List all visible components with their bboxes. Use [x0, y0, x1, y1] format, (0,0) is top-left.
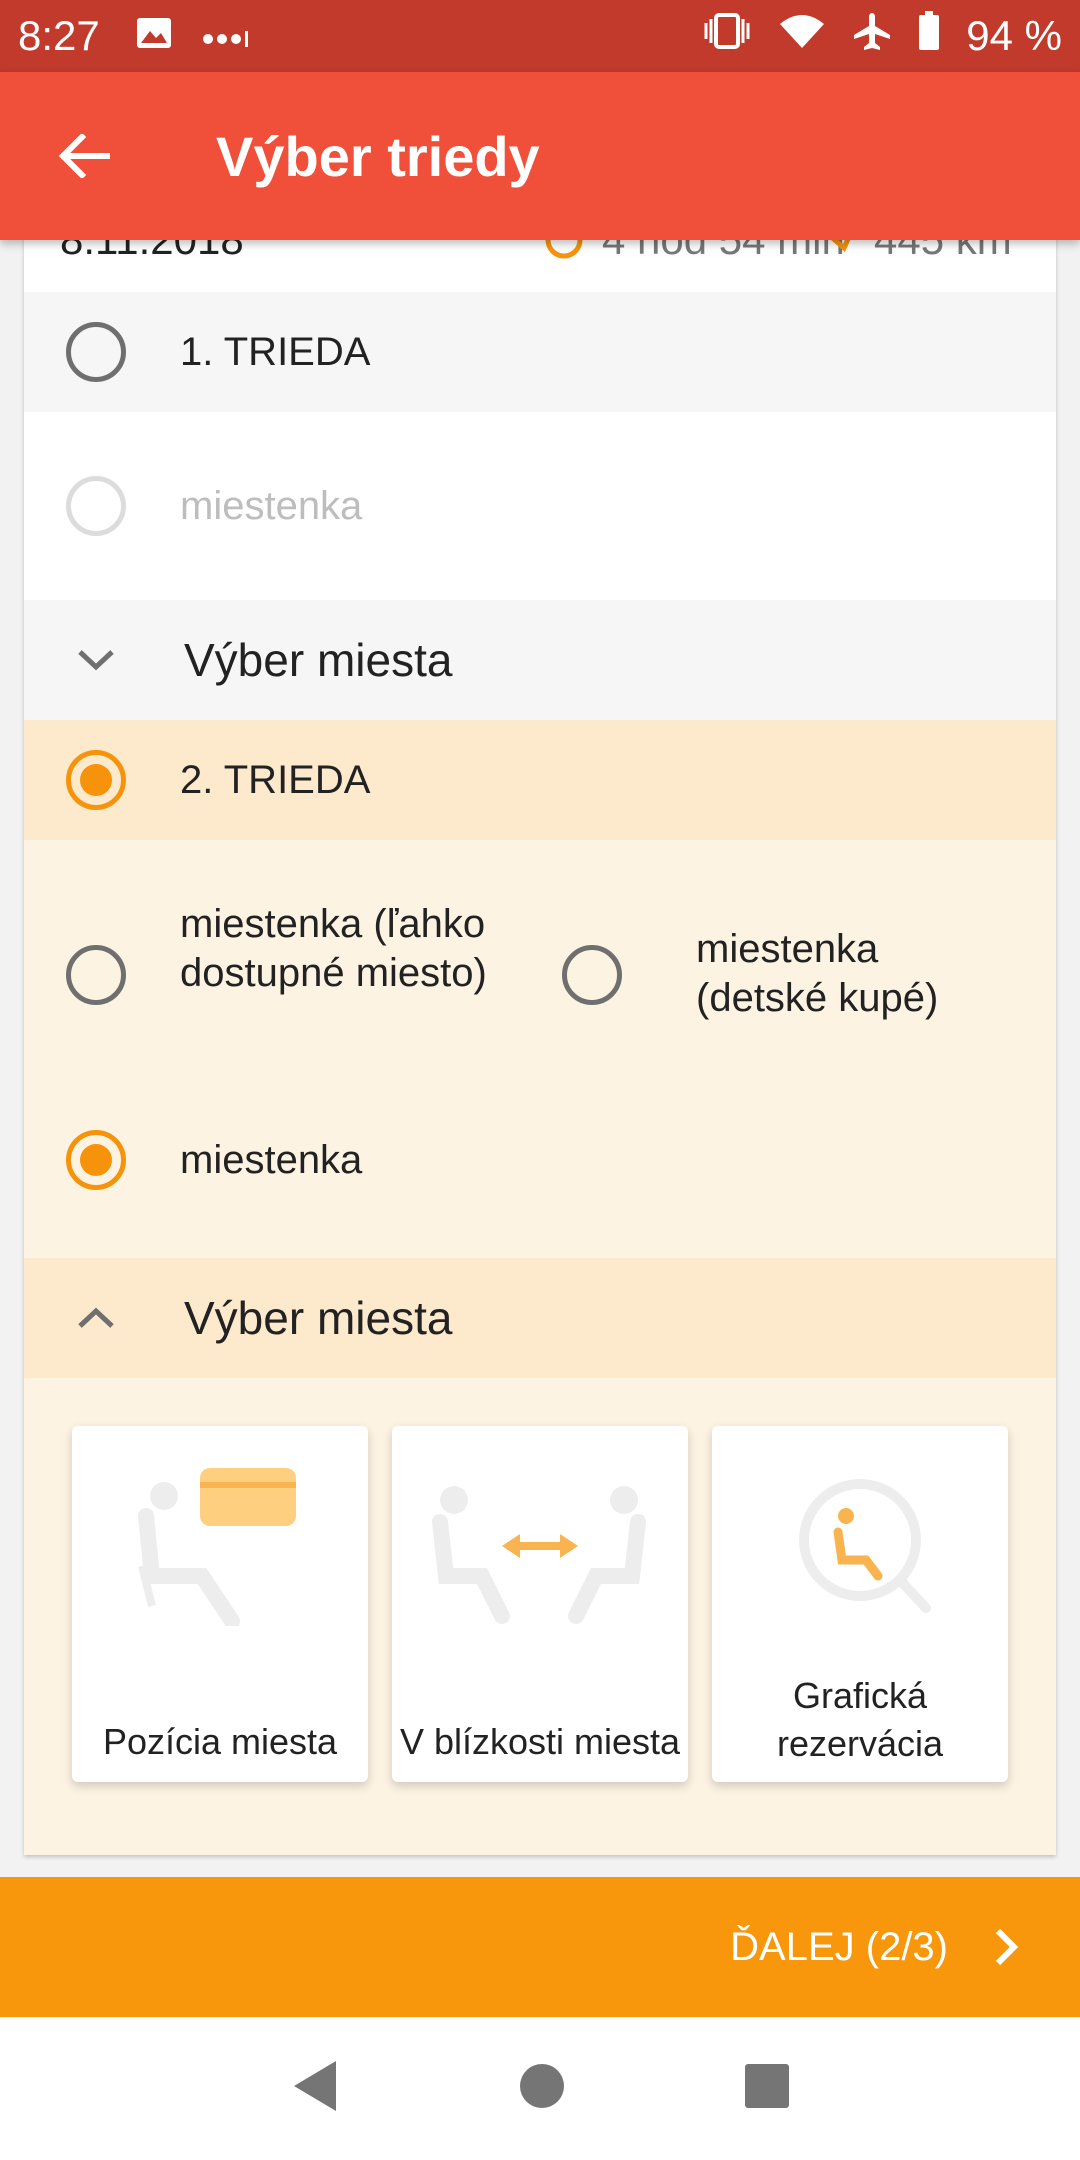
- near-seat-label: V blízkosti miesta: [399, 1721, 681, 1762]
- radio-ticket-accessible[interactable]: [66, 945, 126, 1005]
- ticket-standard-label: miestenka: [180, 1138, 363, 1182]
- seat-selection-label-second: Výber miesta: [184, 1292, 453, 1344]
- chevron-right-icon: [995, 1928, 1019, 1966]
- graphic-reservation-label: Grafická rezervácia: [776, 1675, 944, 1764]
- first-class-label: 1. TRIEDA: [180, 329, 371, 374]
- battery-percentage: 94 %: [966, 12, 1062, 59]
- graphic-reservation-icon: [799, 1479, 931, 1613]
- back-button[interactable]: [24, 96, 144, 216]
- nav-home-button[interactable]: [519, 2063, 565, 2114]
- more-notifications-icon: [200, 14, 250, 59]
- class-option-second[interactable]: 2. TRIEDA: [24, 720, 1056, 840]
- first-class-ticket-label: miestenka: [180, 483, 363, 528]
- next-label: ĎALEJ (2/3): [730, 1924, 948, 1969]
- chevron-down-icon: [78, 650, 114, 671]
- seat-selection-panel: Pozícia miesta V blízkosti miesta Grafic…: [24, 1378, 1056, 1855]
- seat-selection-toggle-first[interactable]: Výber miesta: [24, 600, 1056, 720]
- page-title: Výber triedy: [216, 124, 540, 188]
- nav-recents-button[interactable]: [744, 2063, 790, 2114]
- airplane-mode-icon: [852, 11, 892, 61]
- radio-second-class[interactable]: [66, 750, 126, 810]
- class-selection-card: 8.11.2018 4 hod 54 min 445 km 1. TRIEDA …: [24, 200, 1056, 1855]
- seat-selection-label-first: Výber miesta: [184, 634, 453, 686]
- seat-position-tile[interactable]: Pozícia miesta: [72, 1426, 368, 1782]
- ticket-option-accessible[interactable]: miestenka (ľahko dostupné miesto): [24, 900, 504, 1050]
- system-navigation-bar: [0, 2017, 1080, 2160]
- radio-first-class[interactable]: [66, 322, 126, 382]
- ticket-option-standard[interactable]: miestenka: [24, 1100, 624, 1220]
- nav-home-icon: [519, 2064, 564, 2108]
- battery-icon: [918, 11, 940, 61]
- image-icon: [136, 14, 172, 59]
- first-class-ticket-option: miestenka: [24, 412, 1056, 600]
- app-bar: Výber triedy: [0, 72, 1080, 240]
- status-bar: 8:27 94 %: [0, 0, 1080, 72]
- seat-position-icon: [138, 1468, 296, 1626]
- graphic-reservation-tile[interactable]: Grafická rezervácia: [712, 1426, 1008, 1782]
- near-seat-tile[interactable]: V blízkosti miesta: [392, 1426, 688, 1782]
- next-button[interactable]: ĎALEJ (2/3): [0, 1877, 1080, 2017]
- nav-back-icon: [293, 2061, 336, 2111]
- wifi-icon: [778, 12, 826, 60]
- radio-first-class-ticket: [66, 476, 126, 536]
- arrow-back-icon: [58, 134, 110, 178]
- ticket-children-label: miestenka (detské kupé): [696, 927, 939, 1020]
- radio-ticket-standard[interactable]: [66, 1130, 126, 1190]
- seat-position-label: Pozícia miesta: [102, 1721, 338, 1762]
- nav-recents-icon: [745, 2064, 790, 2108]
- vibrate-icon: [702, 11, 752, 61]
- near-seat-icon: [432, 1486, 646, 1624]
- ticket-option-children[interactable]: miestenka (detské kupé): [516, 900, 1056, 1050]
- second-class-label: 2. TRIEDA: [180, 757, 371, 802]
- ticket-accessible-label: miestenka (ľahko dostupné miesto): [180, 902, 487, 995]
- nav-back-button[interactable]: [290, 2059, 340, 2118]
- seat-selection-toggle-second[interactable]: Výber miesta: [24, 1258, 1056, 1378]
- chevron-up-icon: [78, 1307, 114, 1328]
- second-class-options: miestenka (ľahko dostupné miesto) mieste…: [24, 840, 1056, 1258]
- radio-ticket-children[interactable]: [562, 945, 622, 1005]
- class-option-first[interactable]: 1. TRIEDA: [24, 292, 1056, 412]
- status-time: 8:27: [18, 12, 100, 59]
